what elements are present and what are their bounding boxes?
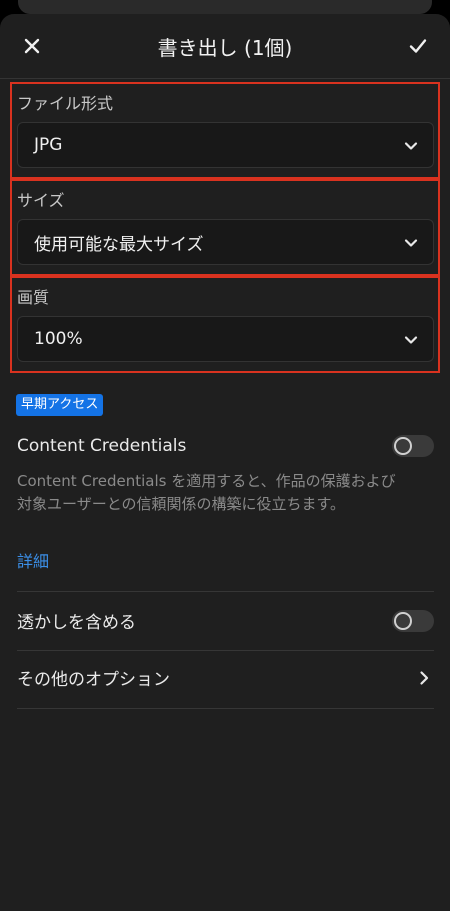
chevron-down-icon — [404, 142, 418, 150]
content-credentials-label: Content Credentials — [17, 436, 187, 456]
quality-select[interactable]: 100% — [17, 316, 434, 362]
confirm-button[interactable] — [400, 28, 436, 64]
size-label: サイズ — [17, 191, 65, 210]
quality-label: 画質 — [17, 288, 50, 307]
size-value: 使用可能な最大サイズ — [34, 234, 204, 255]
header-divider — [0, 78, 450, 79]
watermark-label: 透かしを含める — [17, 613, 136, 633]
chevron-down-icon — [404, 336, 418, 344]
close-button[interactable] — [14, 28, 50, 64]
quality-section: 画質 100% — [10, 276, 440, 373]
file-format-value: JPG — [34, 135, 63, 155]
size-section: サイズ 使用可能な最大サイズ — [10, 179, 440, 276]
chevron-down-icon — [404, 239, 418, 247]
early-access-badge: 早期アクセス — [16, 394, 104, 416]
learn-more-link[interactable]: 詳細 — [17, 548, 49, 572]
file-format-section: ファイル形式 JPG — [10, 82, 440, 179]
file-format-select[interactable]: JPG — [17, 122, 434, 168]
divider — [17, 708, 434, 709]
watermark-toggle[interactable] — [392, 610, 434, 632]
page-title: 書き出し (1個) — [157, 36, 293, 60]
content-credentials-toggle[interactable] — [392, 435, 434, 457]
quality-value: 100% — [34, 329, 83, 349]
toggle-knob — [394, 437, 412, 455]
size-select[interactable]: 使用可能な最大サイズ — [17, 219, 434, 265]
header: 書き出し (1個) — [0, 14, 450, 78]
file-format-label: ファイル形式 — [17, 94, 114, 113]
chevron-right-icon[interactable] — [418, 670, 430, 686]
more-options-label[interactable]: その他のオプション — [17, 665, 170, 690]
toggle-knob — [394, 612, 412, 630]
background-sheet-edge — [18, 0, 432, 14]
content-credentials-description: Content Credentials を適用すると、作品の保護および対象ユーザ… — [17, 472, 396, 513]
checkmark-icon — [409, 39, 427, 53]
close-icon — [24, 38, 40, 54]
export-sheet: 書き出し (1個) ファイル形式 JPG サイズ 使用可能な最大サイズ 画質 1… — [0, 14, 450, 911]
divider — [17, 650, 434, 651]
divider — [17, 591, 434, 592]
